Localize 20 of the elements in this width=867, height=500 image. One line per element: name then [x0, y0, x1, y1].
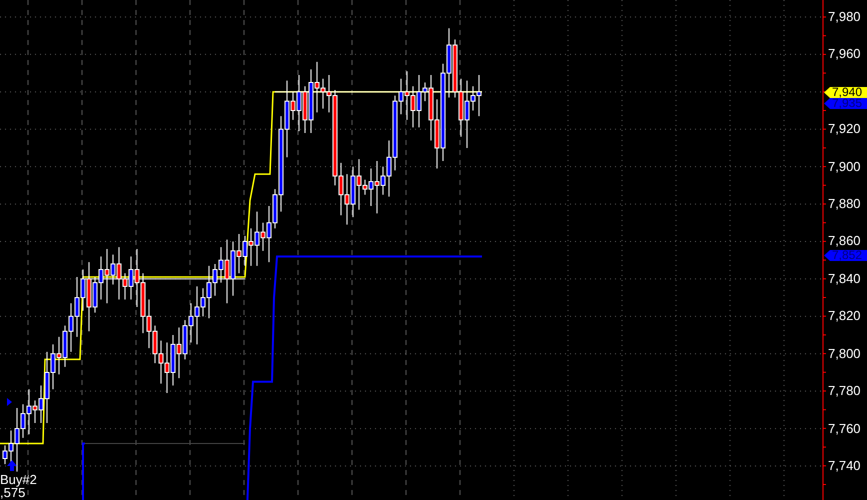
axis-label: 7,980 [828, 9, 861, 24]
axis-label: 7,800 [828, 346, 861, 361]
trade-price: ,575 [0, 486, 26, 500]
triangle-icon [7, 398, 12, 406]
axis-label: 7,780 [828, 383, 861, 398]
axis-label: 7,840 [828, 270, 861, 286]
trade-label: Buy#2 [0, 473, 37, 487]
axis-label: 7,740 [828, 458, 861, 473]
axis-label: 7,860 [828, 233, 861, 248]
price-tag: 7,935 [824, 98, 867, 109]
up-arrow-icon [7, 460, 17, 471]
axis-label: 7,920 [828, 121, 861, 136]
axis-label: 7,960 [828, 46, 861, 62]
stop-loss-line [82, 442, 85, 500]
axis-label: 7,900 [828, 158, 861, 174]
axis-label: 7,880 [828, 196, 861, 212]
price-tag: 7,940 [824, 87, 867, 98]
axis-label: 7,760 [828, 420, 861, 436]
axis-label: 7,820 [828, 308, 861, 324]
price-tag: 7,852 [824, 250, 867, 261]
